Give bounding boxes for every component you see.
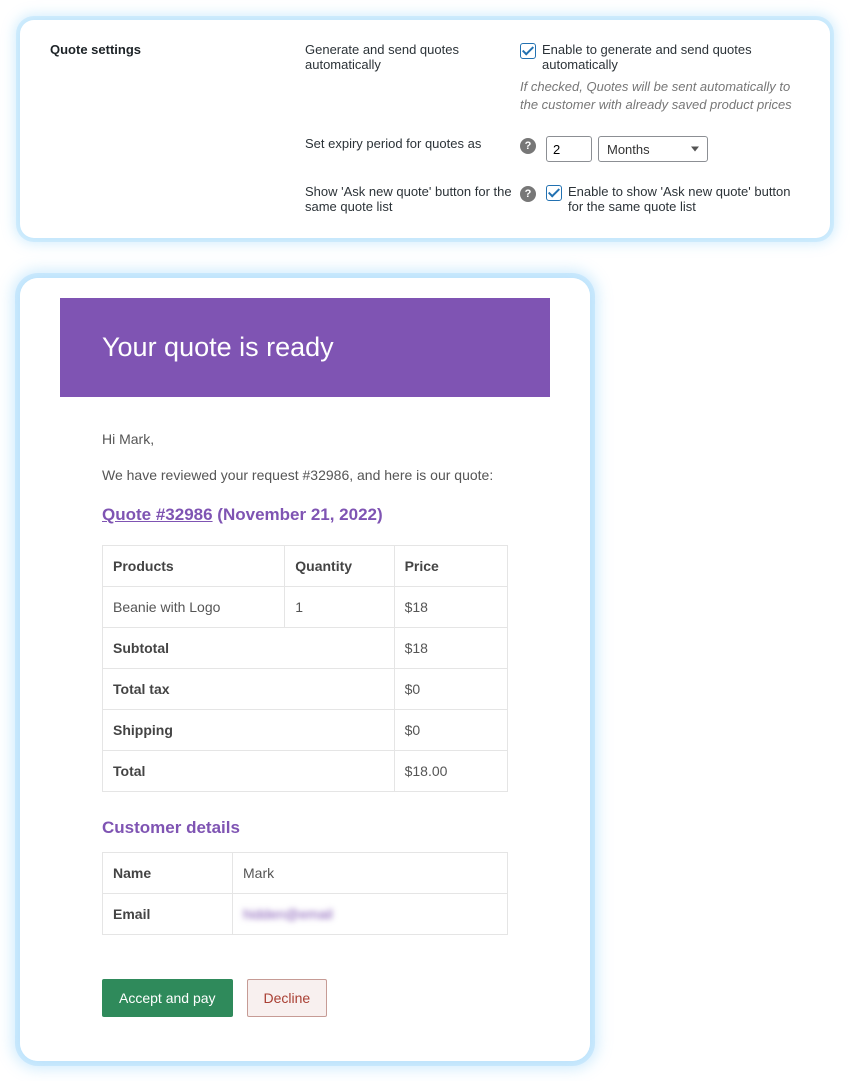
cell-product: Beanie with Logo (103, 587, 285, 628)
total-value: $18 (394, 628, 507, 669)
cust-name-label: Name (103, 853, 233, 894)
table-row-subtotal: Subtotal $18 (103, 628, 508, 669)
auto-generate-hint: If checked, Quotes will be sent automati… (520, 78, 800, 114)
ask-new-checkbox-label: Enable to show 'Ask new quote' button fo… (568, 184, 800, 214)
quote-number-link[interactable]: Quote #32986 (102, 505, 213, 524)
cust-email-label: Email (103, 894, 233, 935)
decline-button[interactable]: Decline (247, 979, 328, 1017)
accept-and-pay-button[interactable]: Accept and pay (102, 979, 233, 1017)
table-row-tax: Total tax $0 (103, 669, 508, 710)
customer-details-table: Name Mark Email hidden@email (102, 852, 508, 935)
email-intro: We have reviewed your request #32986, an… (102, 467, 508, 483)
quote-items-table: Products Quantity Price Beanie with Logo… (102, 545, 508, 792)
table-row: Name Mark (103, 853, 508, 894)
auto-generate-checkbox-label: Enable to generate and send quotes autom… (542, 42, 800, 72)
section-title: Quote settings (50, 42, 305, 57)
col-header-products: Products (103, 546, 285, 587)
settings-row-ask-new: Show 'Ask new quote' button for the same… (50, 184, 800, 214)
action-buttons: Accept and pay Decline (60, 979, 550, 1025)
quote-date: (November 21, 2022) (217, 505, 382, 524)
setting-label-auto: Generate and send quotes automatically (305, 42, 520, 72)
table-row-shipping: Shipping $0 (103, 710, 508, 751)
total-label: Subtotal (103, 628, 395, 669)
expiry-unit-value: Months (607, 142, 650, 157)
setting-label-asknew: Show 'Ask new quote' button for the same… (305, 184, 520, 214)
cust-name-value: Mark (233, 853, 508, 894)
table-row: Email hidden@email (103, 894, 508, 935)
total-value: $0 (394, 710, 507, 751)
total-label: Total (103, 751, 395, 792)
setting-label-expiry: Set expiry period for quotes as (305, 136, 520, 151)
auto-generate-checkbox[interactable] (520, 43, 536, 59)
table-header-row: Products Quantity Price (103, 546, 508, 587)
ask-new-checkbox[interactable] (546, 185, 562, 201)
table-row: Beanie with Logo 1 $18 (103, 587, 508, 628)
quote-settings-panel: Quote settings Generate and send quotes … (20, 20, 830, 238)
total-value: $18.00 (394, 751, 507, 792)
total-label: Total tax (103, 669, 395, 710)
settings-row-auto-generate: Quote settings Generate and send quotes … (50, 42, 800, 114)
expiry-unit-select[interactable]: Months (598, 136, 708, 162)
total-value: $0 (394, 669, 507, 710)
email-greeting: Hi Mark, (102, 431, 508, 447)
customer-details-heading: Customer details (102, 818, 508, 838)
cust-email-value: hidden@email (233, 894, 508, 935)
quote-title-line: Quote #32986 (November 21, 2022) (102, 505, 508, 525)
col-header-price: Price (394, 546, 507, 587)
settings-row-expiry: Set expiry period for quotes as ? Months (50, 136, 800, 162)
col-header-quantity: Quantity (285, 546, 394, 587)
quote-email-preview: Your quote is ready Hi Mark, We have rev… (20, 278, 590, 1061)
table-row-total: Total $18.00 (103, 751, 508, 792)
help-icon[interactable]: ? (520, 186, 536, 202)
email-header: Your quote is ready (60, 298, 550, 397)
help-icon[interactable]: ? (520, 138, 536, 154)
cell-qty: 1 (285, 587, 394, 628)
expiry-number-input[interactable] (546, 136, 592, 162)
cell-price: $18 (394, 587, 507, 628)
total-label: Shipping (103, 710, 395, 751)
